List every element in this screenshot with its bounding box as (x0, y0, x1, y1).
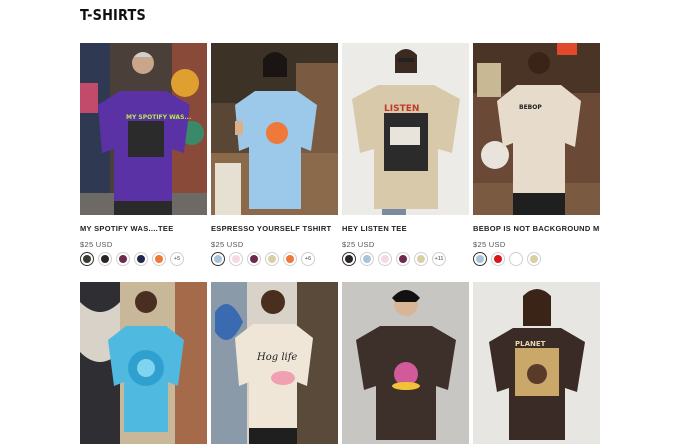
color-swatch[interactable] (211, 252, 225, 266)
more-colors-badge[interactable]: +5 (170, 252, 184, 266)
product-image[interactable]: LISTEN (342, 43, 469, 215)
color-swatch[interactable] (265, 252, 279, 266)
product-name[interactable]: MY SPOTIFY WAS....TEE (80, 224, 207, 233)
color-swatch[interactable] (527, 252, 541, 266)
product-card[interactable] (342, 282, 469, 444)
color-swatch[interactable] (229, 252, 243, 266)
svg-text:Hog life: Hog life (256, 352, 297, 363)
product-card-hey-listen[interactable]: LISTEN HEY LISTEN TEE $25 USD +11 (342, 43, 469, 266)
color-swatch[interactable] (360, 252, 374, 266)
more-colors-badge[interactable]: +6 (301, 252, 315, 266)
color-swatch[interactable] (80, 252, 94, 266)
color-swatch[interactable] (473, 252, 487, 266)
color-swatch[interactable] (342, 252, 356, 266)
color-swatch[interactable] (509, 252, 523, 266)
svg-text:PLANET: PLANET (515, 340, 546, 348)
svg-text:BEBOP: BEBOP (519, 104, 542, 111)
color-swatch[interactable] (98, 252, 112, 266)
product-image[interactable]: PLANET (473, 282, 600, 444)
svg-text:MY SPOTIFY WAS...: MY SPOTIFY WAS... (126, 114, 191, 121)
color-swatches (473, 252, 600, 266)
product-price: $25 USD (80, 240, 113, 249)
color-swatches: +5 (80, 252, 207, 266)
product-card[interactable]: Hog life (211, 282, 338, 444)
product-name[interactable]: ESPRESSO YOURSELF TSHIRT (211, 224, 338, 233)
product-name[interactable]: HEY LISTEN TEE (342, 224, 469, 233)
product-card-my-spotify[interactable]: MY SPOTIFY WAS... MY SPOTIFY WAS....TEE … (80, 43, 207, 266)
product-image[interactable]: BEBOP (473, 43, 600, 215)
product-card[interactable] (80, 282, 207, 444)
color-swatch[interactable] (116, 252, 130, 266)
product-card[interactable]: PLANET (473, 282, 600, 444)
product-name[interactable]: BEBOP IS NOT BACKGROUND MUSIC T-SHIRT (473, 224, 600, 233)
color-swatch[interactable] (414, 252, 428, 266)
product-price: $25 USD (342, 240, 375, 249)
product-image[interactable]: Hog life (211, 282, 338, 444)
product-image[interactable]: MY SPOTIFY WAS... (80, 43, 207, 215)
product-card-espresso[interactable]: ESPRESSO YOURSELF TSHIRT $25 USD +6 (211, 43, 338, 266)
color-swatch[interactable] (396, 252, 410, 266)
color-swatch[interactable] (491, 252, 505, 266)
product-image[interactable] (342, 282, 469, 444)
color-swatch[interactable] (247, 252, 261, 266)
more-colors-badge[interactable]: +11 (432, 252, 446, 266)
product-image[interactable] (211, 43, 338, 215)
color-swatch[interactable] (283, 252, 297, 266)
color-swatch[interactable] (152, 252, 166, 266)
color-swatches: +11 (342, 252, 469, 266)
product-price: $25 USD (211, 240, 244, 249)
product-image[interactable] (80, 282, 207, 444)
svg-text:LISTEN: LISTEN (384, 104, 419, 114)
color-swatch[interactable] (134, 252, 148, 266)
color-swatches: +6 (211, 252, 338, 266)
color-swatch[interactable] (378, 252, 392, 266)
product-price: $25 USD (473, 240, 506, 249)
product-card-bebop[interactable]: BEBOP BEBOP IS NOT BACKGROUND MUSIC T-SH… (473, 43, 600, 266)
product-grid: MY SPOTIFY WAS... MY SPOTIFY WAS....TEE … (80, 43, 600, 444)
page-title: T-SHIRTS (80, 6, 146, 24)
